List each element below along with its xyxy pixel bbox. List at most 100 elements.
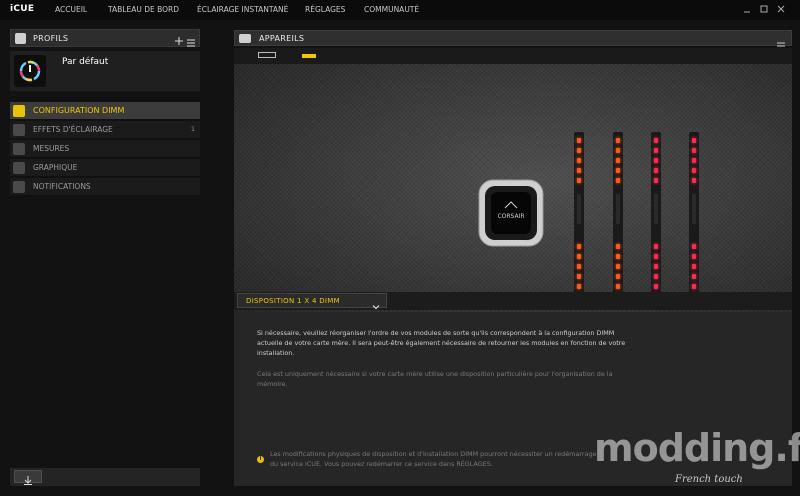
profiles-title: PROFILS — [33, 34, 69, 43]
device-tabs — [234, 48, 792, 64]
info-secondary-text: Cela est uniquement nécessaire si votre … — [257, 370, 613, 388]
dimm-module-4[interactable] — [689, 132, 699, 300]
nav-accueil[interactable]: ACCUEIL — [55, 5, 87, 14]
sidebar-item-effets-eclairage[interactable]: EFFETS D'ÉCLAIRAGE 1 — [10, 121, 200, 139]
dimm-led — [654, 158, 658, 163]
nav-reglages[interactable]: RÉGLAGES — [305, 5, 345, 14]
keyboard-icon — [239, 34, 251, 43]
icue-logo-icon — [14, 55, 46, 87]
dimm-led — [577, 284, 581, 289]
dimm-led — [616, 168, 620, 173]
dimm-label-strip — [577, 194, 581, 224]
sidebar-item-label: GRAPHIQUE — [33, 163, 78, 172]
dimm-led — [692, 264, 696, 269]
profiles-header: PROFILS — [10, 29, 200, 47]
devices-header: APPAREILS — [234, 30, 792, 50]
nav-tableau-de-bord[interactable]: TABLEAU DE BORD — [108, 5, 179, 14]
dimm-led — [692, 148, 696, 153]
dimm-led — [692, 138, 696, 143]
dimm-led — [692, 244, 696, 249]
dimm-led — [654, 274, 658, 279]
dimm-led — [616, 284, 620, 289]
dimm-led — [692, 284, 696, 289]
add-profile-icon[interactable] — [174, 32, 184, 51]
sidebar-item-configuration-dimm[interactable]: CONFIGURATION DIMM — [10, 102, 200, 120]
sidebar-item-label: NOTIFICATIONS — [33, 182, 91, 191]
dimm-led — [692, 168, 696, 173]
top-bar: iCUE ACCUEIL TABLEAU DE BORD ÉCLAIRAGE I… — [0, 0, 800, 20]
pump-brand-label: CORSAIR — [497, 213, 524, 220]
left-bottom-bar — [10, 468, 200, 486]
devices-title: APPAREILS — [259, 34, 305, 43]
app-brand: iCUE — [10, 4, 35, 14]
sidebar-item-label: EFFETS D'ÉCLAIRAGE — [33, 125, 113, 134]
maximize-icon[interactable] — [758, 3, 770, 15]
profiles-icon — [15, 33, 26, 44]
sidebar-item-notifications[interactable]: NOTIFICATIONS — [10, 178, 200, 196]
download-icon — [24, 476, 32, 485]
device-tab-active[interactable] — [302, 54, 316, 58]
dimm-icon — [13, 105, 25, 117]
dimm-led — [692, 178, 696, 183]
dimm-led — [577, 274, 581, 279]
layout-bar: DISPOSITION 1 X 4 DIMM — [234, 292, 792, 310]
pump-block[interactable]: CORSAIR — [477, 178, 545, 248]
dimm-led — [616, 158, 620, 163]
nav-eclairage-instantane[interactable]: ÉCLAIRAGE INSTANTANÉ — [197, 5, 288, 14]
dimm-label-strip — [654, 194, 658, 224]
download-button[interactable] — [14, 470, 42, 485]
profile-name: Par défaut — [62, 57, 109, 67]
profile-card-default[interactable]: Par défaut — [10, 51, 200, 91]
dimm-led — [616, 254, 620, 259]
warning-icon: i — [257, 456, 264, 463]
notification-icon — [13, 181, 25, 193]
dimm-led — [654, 138, 658, 143]
left-panel: PROFILS Par défaut CONFIGURATION DIMM EF… — [0, 20, 208, 496]
dimm-led — [577, 138, 581, 143]
devices-panel: APPAREILS CORSAIR DISPOSITION 1 X 4 DIMM — [234, 30, 792, 486]
dimm-led — [616, 244, 620, 249]
dimm-module-2[interactable] — [613, 132, 623, 300]
dimm-led — [577, 168, 581, 173]
info-warning-text: Les modifications physiques de dispositi… — [270, 450, 597, 468]
dimm-led — [577, 264, 581, 269]
dimm-led — [616, 264, 620, 269]
dimm-module-3[interactable] — [651, 132, 661, 300]
sidebar-item-graphique[interactable]: GRAPHIQUE — [10, 159, 200, 177]
sidebar-item-label: CONFIGURATION DIMM — [33, 106, 125, 115]
layout-select[interactable]: DISPOSITION 1 X 4 DIMM — [237, 293, 387, 310]
gauge-icon — [13, 143, 25, 155]
watermark-subtitle: French touch — [675, 474, 743, 485]
dimm-led — [692, 254, 696, 259]
minimize-icon[interactable] — [741, 3, 753, 15]
dimm-led — [654, 264, 658, 269]
dimm-label-strip — [616, 194, 620, 224]
sidebar-item-mesures[interactable]: MESURES — [10, 140, 200, 158]
dimm-led — [692, 274, 696, 279]
dimm-led — [577, 254, 581, 259]
dimm-led — [654, 284, 658, 289]
dimm-led — [692, 158, 696, 163]
nav-communaute[interactable]: COMMUNAUTÉ — [364, 5, 419, 14]
dimm-led — [616, 138, 620, 143]
dimm-module-1[interactable] — [574, 132, 584, 300]
dimm-led — [654, 148, 658, 153]
device-tab-keyboard[interactable] — [258, 52, 276, 58]
layout-select-value: DISPOSITION 1 X 4 DIMM — [246, 297, 340, 305]
dimm-led — [577, 148, 581, 153]
dimm-led — [577, 244, 581, 249]
profiles-menu-icon[interactable] — [186, 33, 196, 52]
dimm-led — [654, 244, 658, 249]
effects-count-badge: 1 — [190, 125, 195, 133]
dimm-led — [654, 168, 658, 173]
dimm-led — [577, 178, 581, 183]
lightning-icon — [13, 124, 25, 136]
device-preview: CORSAIR — [234, 64, 792, 322]
watermark: modding.fr — [594, 426, 800, 470]
close-icon[interactable] — [775, 3, 787, 15]
sidebar-item-label: MESURES — [33, 144, 70, 153]
info-primary-text: Si nécessaire, veuillez réorganiser l'or… — [257, 329, 626, 357]
dimm-led — [577, 158, 581, 163]
dimm-led — [616, 148, 620, 153]
graph-icon — [13, 162, 25, 174]
